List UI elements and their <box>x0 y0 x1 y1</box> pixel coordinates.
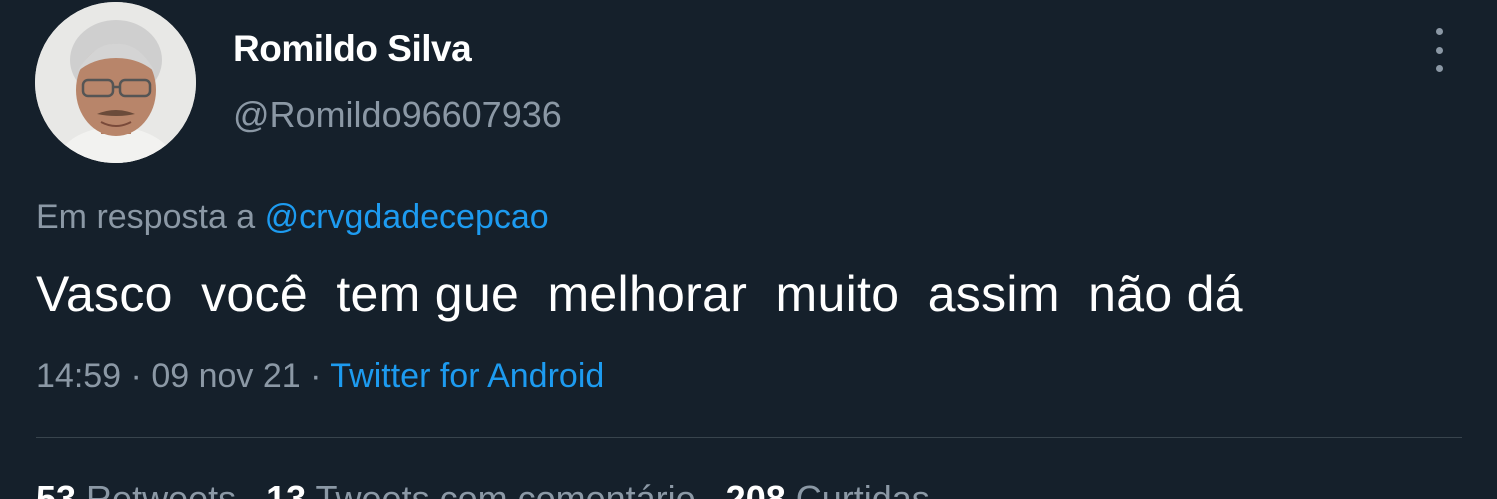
quotes-label: Tweets com comentário <box>306 478 696 499</box>
reply-context: Em resposta a @crvgdadecepcao <box>36 198 549 237</box>
tweet-date[interactable]: 09 nov 21 <box>151 357 300 395</box>
avatar[interactable] <box>35 2 196 163</box>
author-handle[interactable]: @Romildo96607936 <box>233 94 562 136</box>
tweet-meta: 14:59 · 09 nov 21 · Twitter for Android <box>36 357 604 396</box>
retweets-count: 53 <box>36 478 77 499</box>
retweets-label: Retweets <box>76 478 237 499</box>
tweet-text: Vasco você tem gue melhorar muito assim … <box>36 266 1243 322</box>
more-vertical-icon[interactable] <box>1425 28 1453 72</box>
likes-stat[interactable]: 208 Curtidas <box>726 478 930 499</box>
user-avatar-icon <box>35 2 196 163</box>
quotes-count: 13 <box>266 478 307 499</box>
more-dot <box>1435 65 1443 72</box>
tweet-detail: Romildo Silva @Romildo96607936 Em respos… <box>0 0 1497 499</box>
author-display-name[interactable]: Romildo Silva <box>233 28 472 70</box>
more-dot <box>1435 28 1443 35</box>
more-dot <box>1435 46 1443 54</box>
likes-label: Curtidas <box>785 478 930 499</box>
quotes-stat[interactable]: 13 Tweets com comentário <box>266 478 696 499</box>
retweets-stat[interactable]: 53 Retweets <box>36 478 236 499</box>
reply-prefix: Em resposta a <box>36 198 265 236</box>
tweet-stats: 53 Retweets 13 Tweets com comentário 208 C… <box>36 478 930 499</box>
reply-mention-link[interactable]: @crvgdadecepcao <box>265 198 549 236</box>
meta-separator: · <box>121 357 152 395</box>
divider <box>36 437 1462 438</box>
tweet-time[interactable]: 14:59 <box>36 357 121 395</box>
likes-count: 208 <box>725 478 786 499</box>
tweet-source-link[interactable]: Twitter for Android <box>330 357 604 395</box>
meta-separator: · <box>300 357 331 395</box>
